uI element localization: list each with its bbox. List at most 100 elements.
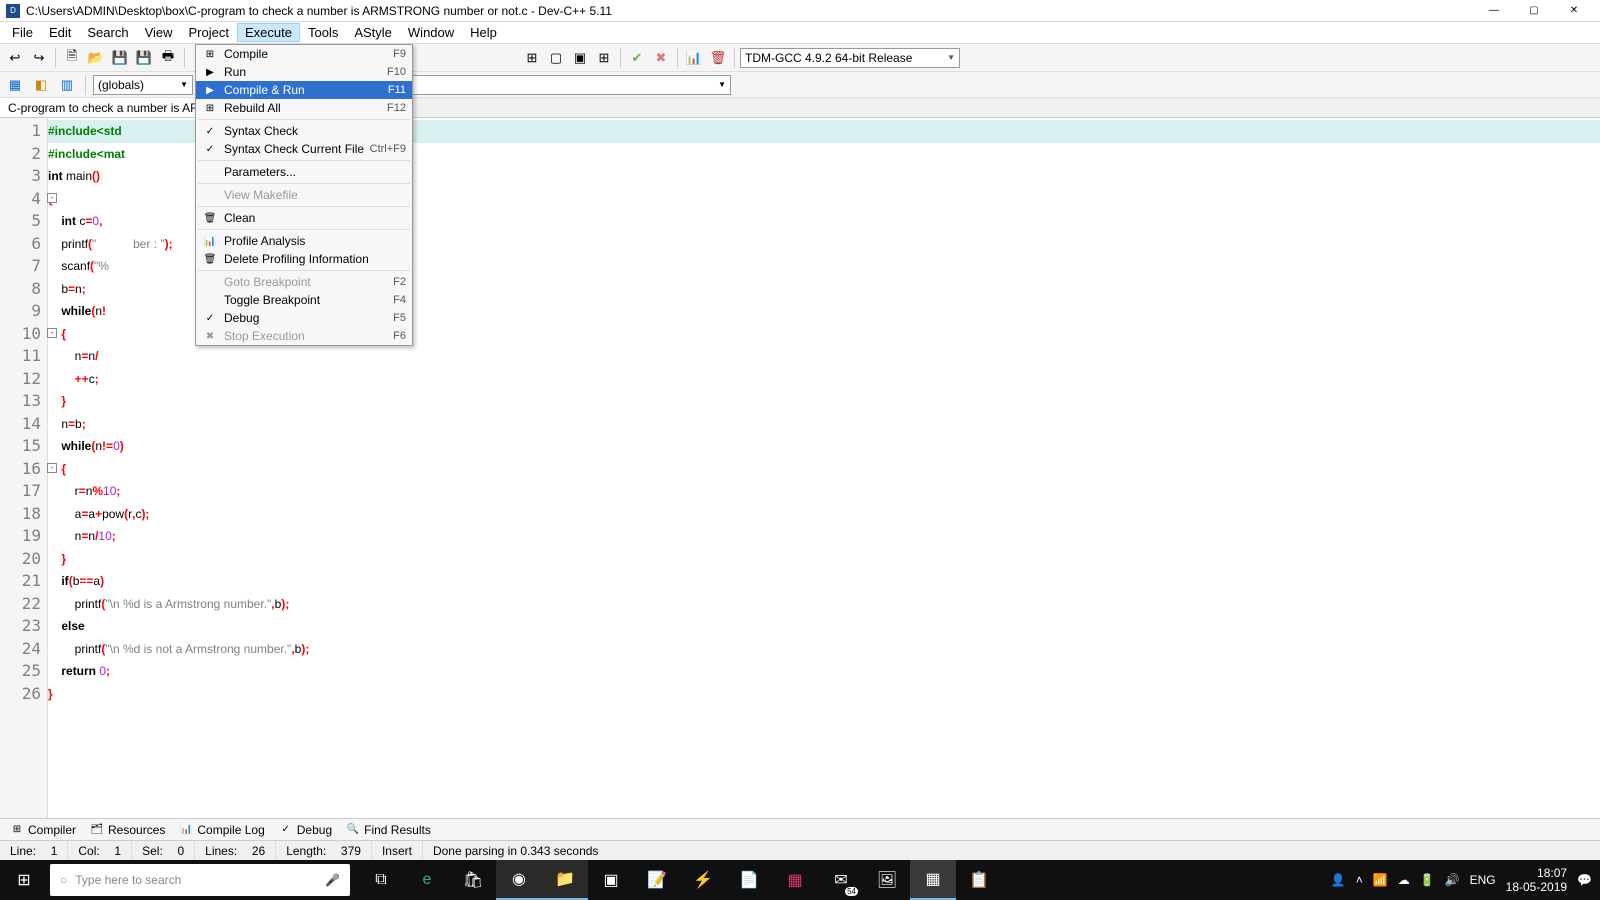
store-icon[interactable]: 🛍 xyxy=(450,860,496,900)
open-file-icon[interactable]: 📂 xyxy=(85,47,107,69)
people-icon[interactable]: 👤 xyxy=(1331,873,1346,887)
menu-tools[interactable]: Tools xyxy=(300,23,346,42)
menu-item-syntax-check-current-file[interactable]: ✓Syntax Check Current FileCtrl+F9 xyxy=(196,140,412,158)
battery-icon[interactable]: 🔋 xyxy=(1420,873,1435,887)
menu-item-compile-run[interactable]: ▶Compile & RunF11 xyxy=(196,81,412,99)
file-tab[interactable]: C-program to check a number is ARM xyxy=(0,98,218,117)
menu-window[interactable]: Window xyxy=(400,23,462,42)
grid1-icon[interactable]: ⊞ xyxy=(521,47,543,69)
code-line[interactable]: a=a+pow(r,c); xyxy=(48,503,1600,526)
bottom-tab-resources[interactable]: 🗂Resources xyxy=(84,821,171,839)
app2-icon[interactable]: ▦ xyxy=(772,860,818,900)
system-tray: 👤 ˄ 📶 ☁ 🔋 🔊 ENG 18:07 18-05-2019 💬 xyxy=(1331,866,1600,895)
app1-icon[interactable]: 📄 xyxy=(726,860,772,900)
fold-toggle-icon[interactable]: - xyxy=(47,463,57,473)
nav2-icon[interactable]: ◧ xyxy=(30,74,52,96)
bottom-tab-compile-log[interactable]: 📊Compile Log xyxy=(173,821,270,839)
chrome-icon[interactable]: ◉ xyxy=(496,860,542,900)
onedrive-icon[interactable]: ☁ xyxy=(1398,873,1410,887)
menu-item-debug[interactable]: ✓DebugF5 xyxy=(196,309,412,327)
check-icon[interactable]: ✔ xyxy=(626,47,648,69)
bottom-tab-debug[interactable]: ✓Debug xyxy=(273,821,338,839)
save-icon[interactable]: 💾 xyxy=(109,47,131,69)
forward-icon[interactable]: ↪ xyxy=(28,47,50,69)
notification-icon[interactable]: 💬 xyxy=(1577,873,1592,887)
code-line[interactable]: } xyxy=(48,548,1600,571)
code-line[interactable]: { xyxy=(48,458,1600,481)
code-line[interactable]: return 0; xyxy=(48,660,1600,683)
menu-item-run[interactable]: ▶RunF10 xyxy=(196,63,412,81)
code-line[interactable]: r=n%10; xyxy=(48,480,1600,503)
code-line[interactable]: n=n/ xyxy=(48,345,1600,368)
code-line[interactable]: n=b; xyxy=(48,413,1600,436)
menu-file[interactable]: File xyxy=(4,23,41,42)
chart-icon: 📊 xyxy=(202,233,218,249)
grid4-icon[interactable]: ⊞ xyxy=(593,47,615,69)
compiler-combo[interactable]: TDM-GCC 4.9.2 64-bit Release ▼ xyxy=(740,48,960,68)
x-icon[interactable]: ✖ xyxy=(650,47,672,69)
profile-icon[interactable]: 📊 xyxy=(683,47,705,69)
mic-icon[interactable]: 🎤 xyxy=(325,873,340,887)
close-button[interactable]: ✕ xyxy=(1554,1,1594,21)
menu-item-syntax-check[interactable]: ✓Syntax Check xyxy=(196,122,412,140)
taskbar-search[interactable]: ○ Type here to search 🎤 xyxy=(50,864,350,896)
tray-clock[interactable]: 18:07 18-05-2019 xyxy=(1506,866,1567,895)
menu-execute[interactable]: Execute xyxy=(237,23,300,42)
menu-item-shortcut: F2 xyxy=(393,276,406,288)
nav3-icon[interactable]: ▥ xyxy=(56,74,78,96)
code-line[interactable]: } xyxy=(48,683,1600,706)
print-icon[interactable]: 🖶 xyxy=(157,47,179,69)
menu-item-toggle-breakpoint[interactable]: Toggle BreakpointF4 xyxy=(196,291,412,309)
code-line[interactable]: else xyxy=(48,615,1600,638)
code-line[interactable]: printf("\n %d is a Armstrong number.",b)… xyxy=(48,593,1600,616)
mail-icon[interactable]: ✉54 xyxy=(818,860,864,900)
minimize-button[interactable]: — xyxy=(1474,1,1514,21)
fold-toggle-icon[interactable]: - xyxy=(47,328,57,338)
menu-item-delete-profiling-information[interactable]: 🗑Delete Profiling Information xyxy=(196,250,412,268)
app3-icon[interactable]: 🖼 xyxy=(864,860,910,900)
menu-item-parameters-[interactable]: Parameters... xyxy=(196,163,412,181)
flash-icon[interactable]: ⚡ xyxy=(680,860,726,900)
code-line[interactable]: } xyxy=(48,390,1600,413)
code-line[interactable]: while(n!=0) xyxy=(48,435,1600,458)
bottom-tab-find-results[interactable]: 🔍Find Results xyxy=(340,821,437,839)
grid3-icon[interactable]: ▣ xyxy=(569,47,591,69)
start-button[interactable]: ⊞ xyxy=(0,860,48,900)
menu-item-profile-analysis[interactable]: 📊Profile Analysis xyxy=(196,232,412,250)
volume-icon[interactable]: 🔊 xyxy=(1445,873,1460,887)
explorer-icon[interactable]: 📁 xyxy=(542,860,588,900)
bottom-tab-compiler[interactable]: ⊞Compiler xyxy=(4,821,82,839)
tray-up-icon[interactable]: ˄ xyxy=(1356,873,1363,887)
menu-project[interactable]: Project xyxy=(181,23,237,42)
code-line[interactable]: n=n/10; xyxy=(48,525,1600,548)
save-all-icon[interactable]: 💾 xyxy=(133,47,155,69)
app4-icon[interactable]: 📋 xyxy=(956,860,1002,900)
nav1-icon[interactable]: ▦ xyxy=(4,74,26,96)
delete-profile-icon[interactable]: 🗑 xyxy=(707,47,729,69)
code-line[interactable]: printf("\n %d is not a Armstrong number.… xyxy=(48,638,1600,661)
fold-toggle-icon[interactable]: - xyxy=(47,193,57,203)
menu-edit[interactable]: Edit xyxy=(41,23,79,42)
code-line[interactable]: if(b==a) xyxy=(48,570,1600,593)
menu-help[interactable]: Help xyxy=(462,23,505,42)
menu-item-clean[interactable]: 🗑Clean xyxy=(196,209,412,227)
globals-combo[interactable]: (globals) ▼ xyxy=(93,75,193,95)
task-view-icon[interactable]: ⧉ xyxy=(358,860,404,900)
menu-item-compile[interactable]: ⊞CompileF9 xyxy=(196,45,412,63)
edge-icon[interactable]: e xyxy=(404,860,450,900)
menu-view[interactable]: View xyxy=(137,23,181,42)
language-indicator[interactable]: ENG xyxy=(1470,873,1496,887)
notes-icon[interactable]: 📝 xyxy=(634,860,680,900)
back-icon[interactable]: ↩ xyxy=(4,47,26,69)
grid2-icon[interactable]: ▢ xyxy=(545,47,567,69)
new-file-icon[interactable]: 🗎 xyxy=(61,47,83,69)
code-line[interactable]: ++c; xyxy=(48,368,1600,391)
wifi-icon[interactable]: 📶 xyxy=(1373,873,1388,887)
symbol-combo[interactable]: ▼ xyxy=(411,75,731,95)
menu-astyle[interactable]: AStyle xyxy=(346,23,400,42)
maximize-button[interactable]: ▢ xyxy=(1514,1,1554,21)
menu-search[interactable]: Search xyxy=(79,23,136,42)
devcpp-icon[interactable]: ▦ xyxy=(910,860,956,900)
menu-item-rebuild-all[interactable]: ⊞Rebuild AllF12 xyxy=(196,99,412,117)
cmd-icon[interactable]: ▣ xyxy=(588,860,634,900)
